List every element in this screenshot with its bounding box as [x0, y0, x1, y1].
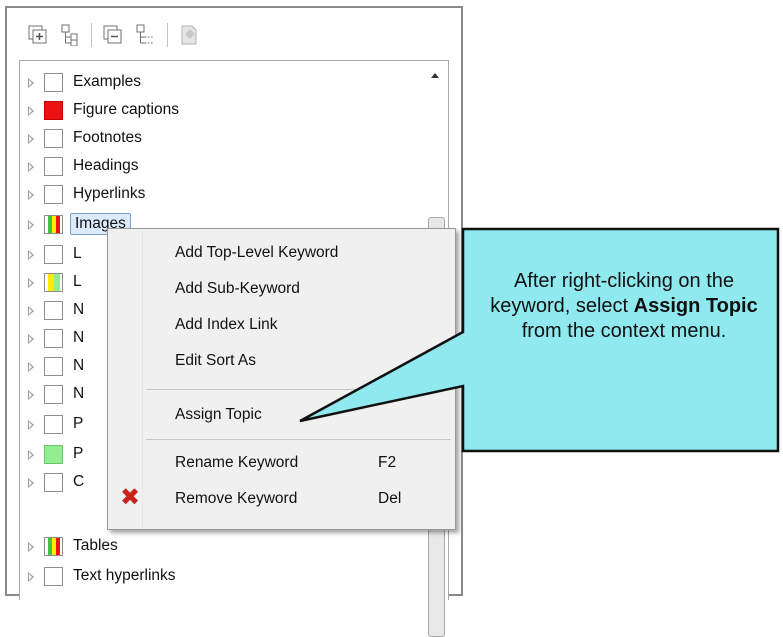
toolbar-separator [91, 23, 92, 47]
tree-item-label: N [73, 385, 85, 402]
tree-item-label: Headings [73, 157, 139, 174]
tree-item-label: N [73, 301, 85, 318]
expand-arrow-icon[interactable] [28, 220, 34, 230]
menu-item-add-index-link[interactable]: Add Index Link [108, 309, 455, 343]
toolbar [7, 8, 461, 54]
keyword-marker [44, 415, 63, 434]
keyword-marker [44, 473, 63, 492]
collapse-icon[interactable] [102, 24, 124, 46]
menu-item-label: Remove Keyword [175, 490, 298, 507]
context-menu: Add Top-Level Keyword Add Sub-Keyword Ad… [107, 228, 456, 530]
menu-item-edit-sort-as[interactable]: Edit Sort As [108, 345, 455, 379]
tree-item-label: Figure captions [73, 101, 179, 118]
expand-arrow-icon[interactable] [28, 542, 34, 552]
expand-arrow-icon[interactable] [28, 278, 34, 288]
keyword-marker [44, 329, 63, 348]
menu-item-label: Add Index Link [175, 316, 278, 333]
keyword-marker-multi [44, 273, 63, 292]
menu-item-label: Add Top-Level Keyword [175, 244, 339, 261]
menu-separator [146, 439, 451, 440]
keyword-marker [44, 301, 63, 320]
keyword-marker-green [44, 445, 63, 464]
tree-item-label: P [73, 445, 84, 462]
tree-item-label: L [73, 245, 82, 262]
menu-item-shortcut: F2 [378, 454, 397, 471]
expand-arrow-icon[interactable] [28, 162, 34, 172]
keyword-marker-multi [44, 537, 63, 556]
menu-item-remove-keyword[interactable]: ✖ Remove Keyword Del [108, 483, 455, 517]
menu-item-assign-topic[interactable]: Assign Topic [108, 399, 455, 433]
expand-arrow-icon[interactable] [28, 134, 34, 144]
add-keyword-icon[interactable] [27, 24, 49, 46]
callout-text: After right-clicking on the keyword, sel… [490, 270, 758, 342]
expand-arrow-icon[interactable] [28, 106, 34, 116]
expand-arrow-icon[interactable] [28, 362, 34, 372]
keyword-marker [44, 357, 63, 376]
menu-item-add-sub-keyword[interactable]: Add Sub-Keyword [108, 273, 455, 307]
scroll-up-arrow-icon[interactable] [431, 73, 439, 78]
keyword-marker-multi [44, 215, 63, 234]
expand-arrow-icon[interactable] [28, 390, 34, 400]
tree-item[interactable]: Headings [20, 153, 420, 181]
menu-item-label: Edit Sort As [175, 352, 256, 369]
tree-item-label: P [73, 415, 84, 432]
menu-item-add-top-level-keyword[interactable]: Add Top-Level Keyword [108, 237, 455, 271]
keyword-marker [44, 185, 63, 204]
keyword-marker-red [44, 101, 63, 120]
tree-item[interactable]: Figure captions [20, 97, 420, 125]
expand-arrow-icon[interactable] [28, 572, 34, 582]
tree-item-label: N [73, 357, 85, 374]
keyword-marker [44, 385, 63, 404]
tree-item-label: L [73, 273, 82, 290]
expand-arrow-icon[interactable] [28, 478, 34, 488]
expand-arrow-icon[interactable] [28, 306, 34, 316]
expand-arrow-icon[interactable] [28, 250, 34, 260]
tree-icon[interactable] [134, 24, 156, 46]
assign-topic-icon[interactable] [178, 24, 200, 46]
tree-item[interactable]: Footnotes [20, 125, 420, 153]
tree-item[interactable]: Hyperlinks [20, 181, 420, 209]
tree-item-label: Tables [73, 537, 118, 554]
menu-item-rename-keyword[interactable]: Rename Keyword F2 [108, 447, 455, 481]
keyword-marker [44, 129, 63, 148]
tree-item-label: Hyperlinks [73, 185, 146, 202]
keyword-marker [44, 245, 63, 264]
tree-item-label: Examples [73, 73, 142, 90]
expand-arrow-icon[interactable] [28, 334, 34, 344]
keyword-marker [44, 567, 63, 586]
menu-item-label: Assign Topic [175, 406, 262, 423]
tree-item[interactable]: Examples [20, 69, 420, 97]
red-x-icon: ✖ [120, 484, 141, 511]
menu-item-label: Rename Keyword [175, 454, 299, 471]
add-subkeyword-icon[interactable] [59, 24, 81, 46]
expand-arrow-icon[interactable] [28, 420, 34, 430]
menu-separator [146, 389, 451, 390]
toolbar-separator [167, 23, 168, 47]
tree-item-label: N [73, 329, 85, 346]
menu-item-label: Add Sub-Keyword [175, 280, 300, 297]
expand-arrow-icon[interactable] [28, 190, 34, 200]
tree-item-label: C [73, 473, 85, 490]
expand-arrow-icon[interactable] [28, 78, 34, 88]
tree-item-label: Text hyperlinks [73, 567, 176, 584]
expand-arrow-icon[interactable] [28, 450, 34, 460]
tree-item-label: Footnotes [73, 129, 142, 146]
keyword-marker [44, 73, 63, 92]
menu-item-shortcut: Del [378, 490, 402, 507]
tree-item[interactable]: Tables [20, 533, 420, 561]
keyword-marker [44, 157, 63, 176]
